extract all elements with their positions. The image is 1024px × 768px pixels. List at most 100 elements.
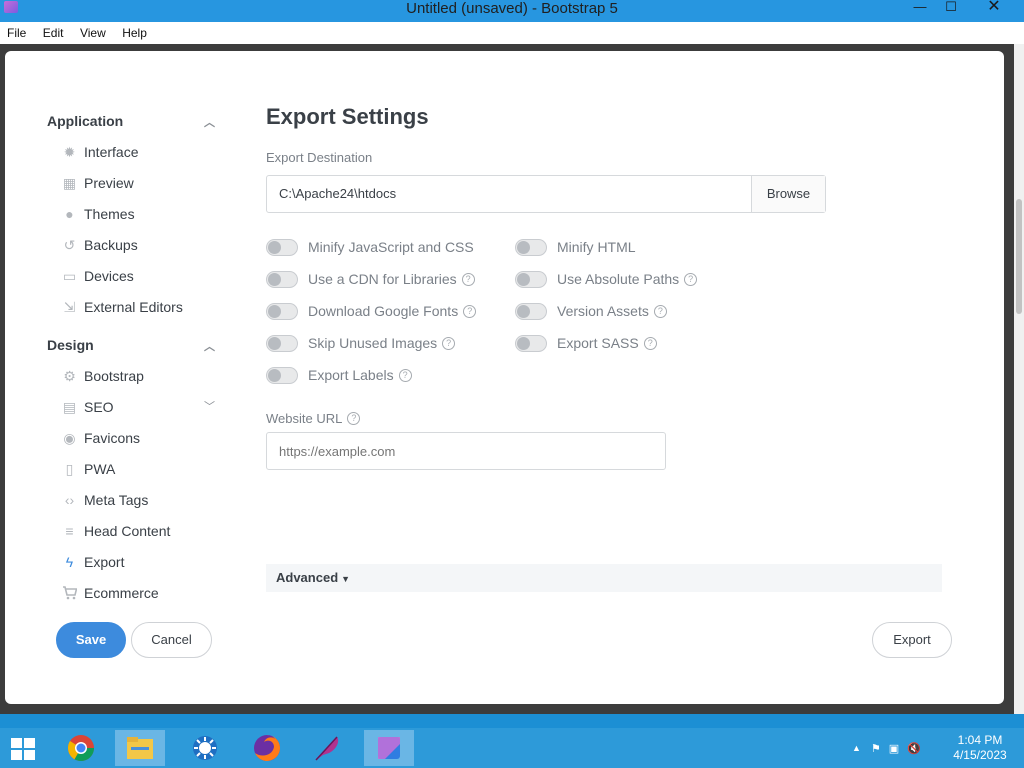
- flag-icon[interactable]: ⚑: [871, 742, 881, 755]
- toggle-export-labels[interactable]: Export Labels ?: [266, 363, 412, 387]
- chrome-icon[interactable]: [56, 730, 106, 766]
- palette-icon: ●: [65, 206, 74, 222]
- maximize-button[interactable]: ☐: [936, 0, 966, 16]
- feather-icon[interactable]: [303, 730, 353, 766]
- scrollbar[interactable]: [1014, 44, 1024, 714]
- help-icon[interactable]: ?: [398, 368, 412, 382]
- sidebar-item-meta-tags[interactable]: ‹› Meta Tags: [47, 485, 222, 516]
- sidebar-item-label: Devices: [84, 268, 134, 284]
- export-button[interactable]: Export: [872, 622, 952, 658]
- sidebar-item-external-editors[interactable]: ⇲ External Editors: [47, 292, 222, 323]
- sidebar-item-label: Ecommerce: [84, 585, 159, 601]
- toggle-label: Export SASS: [557, 335, 639, 351]
- advanced-toggle[interactable]: Advanced ▼: [266, 564, 942, 592]
- toggle-switch[interactable]: [266, 238, 298, 256]
- help-icon[interactable]: ?: [347, 412, 361, 425]
- menu-bar: File Edit View Help: [0, 22, 1024, 44]
- clock[interactable]: 1:04 PM 4/15/2023: [945, 733, 1015, 763]
- sidebar-item-themes[interactable]: ● Themes: [47, 199, 222, 230]
- sidebar-item-label: Themes: [84, 206, 135, 222]
- sidebar-item-bootstrap[interactable]: ⚙ Bootstrap: [47, 361, 222, 392]
- window-title: Untitled (unsaved) - Bootstrap 5: [406, 0, 618, 17]
- help-icon[interactable]: ?: [461, 272, 475, 286]
- sun-icon: ✹: [63, 144, 76, 160]
- toggle-switch[interactable]: [266, 270, 298, 288]
- sidebar-item-label: Head Content: [84, 523, 171, 539]
- windows-logo-pane: [11, 738, 22, 748]
- toggle-switch[interactable]: [266, 334, 298, 352]
- scrollbar-thumb[interactable]: [1016, 199, 1022, 314]
- volume-muted-icon[interactable]: 🔇: [907, 742, 921, 755]
- sidebar-item-interface[interactable]: ✹ Interface: [47, 137, 222, 168]
- toggle-export-sass[interactable]: Export SASS ?: [515, 331, 657, 355]
- start-button[interactable]: [6, 734, 40, 762]
- tray-up-icon[interactable]: ▲: [852, 743, 861, 753]
- chevron-up-icon[interactable]: ︿: [204, 113, 215, 133]
- toggle-label: Export Labels: [308, 367, 394, 383]
- settings-icon[interactable]: [180, 730, 230, 766]
- toggle-switch[interactable]: [266, 366, 298, 384]
- toggle-skip-unused-images[interactable]: Skip Unused Images ?: [266, 331, 456, 355]
- windows-logo-pane: [11, 750, 22, 760]
- toggle-download-google-fonts[interactable]: Download Google Fonts ?: [266, 299, 477, 323]
- chevron-down-icon[interactable]: ﹀: [204, 392, 215, 423]
- export-destination-input[interactable]: C:\Apache24\htdocs: [267, 176, 752, 212]
- menu-edit[interactable]: Edit: [37, 22, 70, 44]
- bootstrap-studio-icon[interactable]: [364, 730, 414, 766]
- toggle-label: Minify HTML: [557, 239, 636, 255]
- advanced-label: Advanced: [276, 570, 339, 585]
- help-icon[interactable]: ?: [442, 336, 456, 350]
- toggle-use-cdn[interactable]: Use a CDN for Libraries ?: [266, 267, 475, 291]
- close-button[interactable]: ✕: [964, 0, 1024, 16]
- sidebar-item-backups[interactable]: ↺ Backups: [47, 230, 222, 261]
- cart-icon: [62, 586, 78, 601]
- toggle-minify-html[interactable]: Minify HTML: [515, 235, 636, 259]
- windows-logo-pane: [24, 738, 35, 748]
- sidebar-section-design[interactable]: Design ︿: [47, 335, 222, 355]
- lines-icon: ≡: [65, 523, 74, 539]
- sidebar-item-label: PWA: [84, 461, 116, 477]
- menu-file[interactable]: File: [0, 22, 32, 44]
- help-icon[interactable]: ?: [463, 304, 477, 318]
- website-url-label: Website URL: [266, 411, 343, 426]
- menu-help[interactable]: Help: [116, 22, 153, 44]
- toggle-minify-js-css[interactable]: Minify JavaScript and CSS: [266, 235, 474, 259]
- help-icon[interactable]: ?: [653, 304, 667, 318]
- toggle-label: Skip Unused Images: [308, 335, 438, 351]
- minimize-button[interactable]: —: [905, 0, 935, 16]
- browse-button[interactable]: Browse: [751, 176, 825, 212]
- firefox-icon[interactable]: [242, 730, 292, 766]
- system-tray: ▲ ⚑ ▣ 🔇: [852, 728, 921, 768]
- network-icon[interactable]: ▣: [889, 742, 899, 755]
- sidebar-item-head-content[interactable]: ≡ Head Content: [47, 516, 222, 547]
- toggle-version-assets[interactable]: Version Assets ?: [515, 299, 667, 323]
- sidebar-item-devices[interactable]: ▭ Devices: [47, 261, 222, 292]
- toggle-switch[interactable]: [515, 238, 547, 256]
- toggle-switch[interactable]: [515, 334, 547, 352]
- sidebar-item-ecommerce[interactable]: Ecommerce: [47, 578, 222, 609]
- help-icon[interactable]: ?: [684, 272, 698, 286]
- sidebar-section-application[interactable]: Application ︿: [47, 111, 222, 131]
- toggle-label: Download Google Fonts: [308, 303, 459, 319]
- export-destination-group: C:\Apache24\htdocs Browse: [266, 175, 826, 213]
- help-icon[interactable]: ?: [643, 336, 657, 350]
- chevron-up-icon[interactable]: ︿: [204, 337, 215, 357]
- circle-icon: ◉: [63, 430, 76, 446]
- toggle-switch[interactable]: [266, 302, 298, 320]
- sidebar-item-preview[interactable]: ▦ Preview: [47, 168, 222, 199]
- sidebar-item-favicons[interactable]: ◉ Favicons: [47, 423, 222, 454]
- file-explorer-icon[interactable]: [115, 730, 165, 766]
- sidebar-item-pwa[interactable]: ▯ PWA: [47, 454, 222, 485]
- sidebar-item-seo[interactable]: ▤ SEO ﹀: [47, 392, 222, 423]
- website-url-input[interactable]: [266, 432, 666, 470]
- menu-view[interactable]: View: [74, 22, 112, 44]
- sidebar-item-export[interactable]: ϟ Export: [47, 547, 222, 578]
- toggle-absolute-paths[interactable]: Use Absolute Paths ?: [515, 267, 698, 291]
- toggle-switch[interactable]: [515, 302, 547, 320]
- caret-down-icon: ▼: [341, 574, 351, 584]
- cancel-button[interactable]: Cancel: [131, 622, 212, 658]
- save-button[interactable]: Save: [56, 622, 126, 658]
- sidebar-item-label: Export: [84, 554, 125, 570]
- toggle-switch[interactable]: [515, 270, 547, 288]
- export-destination-label: Export Destination: [266, 150, 373, 165]
